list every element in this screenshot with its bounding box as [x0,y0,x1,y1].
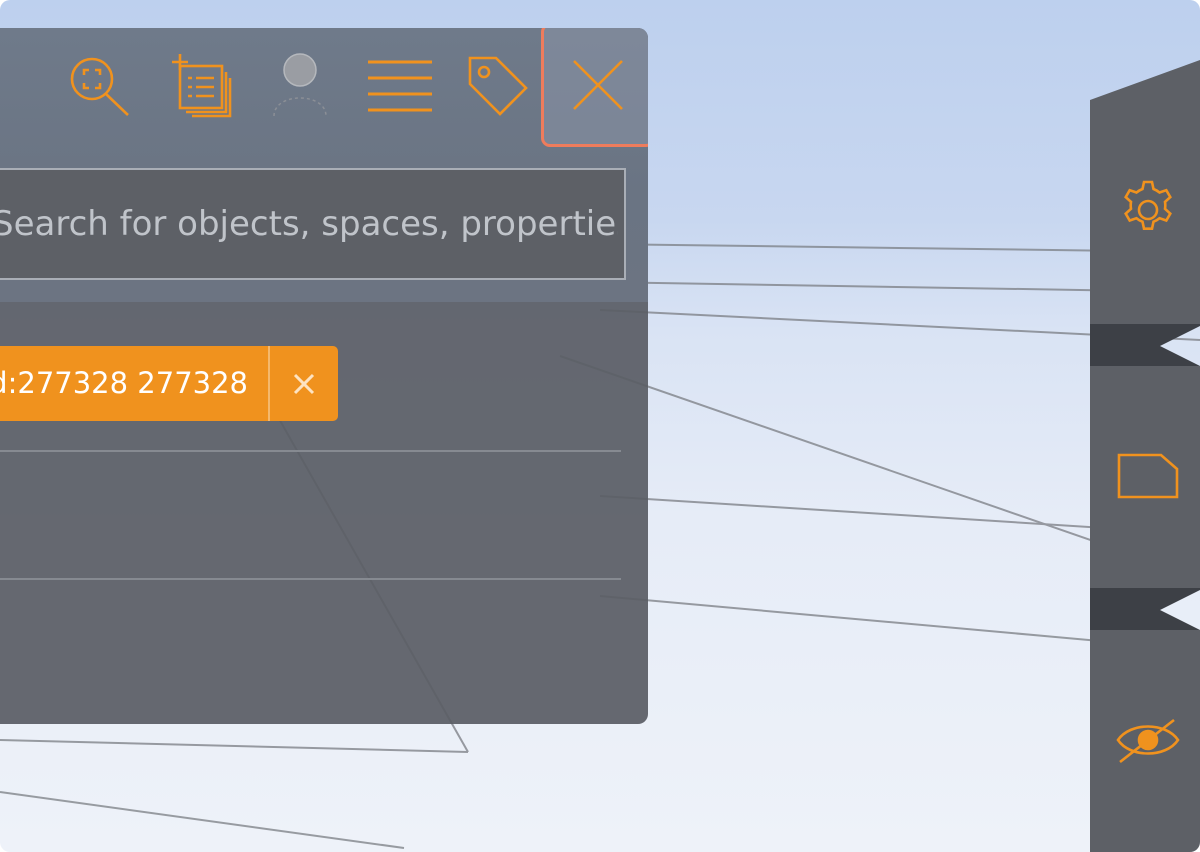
filter-chip-label: Grid:277328 277328 [0,366,248,400]
filter-chip[interactable]: Grid:277328 277328 [0,346,338,421]
visibility-toggle-button[interactable] [1116,708,1180,772]
user-button[interactable] [266,52,334,120]
row-divider [0,578,621,580]
close-icon [573,60,623,110]
settings-gear-icon [1124,180,1172,230]
add-list-icon [172,54,232,118]
user-icon [273,53,327,117]
search-field[interactable] [0,168,626,280]
row-divider [0,450,621,452]
search-input[interactable] [0,184,618,264]
note-icon [1117,453,1179,499]
search-panel: Grid:277328 277328 [0,28,648,724]
add-list-button[interactable] [168,52,236,120]
zoom-to-fit-button[interactable] [64,52,132,120]
tag-icon [468,56,528,116]
settings-button[interactable] [1116,178,1180,242]
zoom-to-fit-icon [70,57,129,116]
notes-button[interactable] [1116,444,1180,508]
menu-button[interactable] [366,52,434,120]
close-panel-button[interactable] [541,28,648,147]
menu-icon [368,60,432,112]
hide-eye-icon [1116,718,1180,764]
remove-filter-button[interactable] [270,346,338,421]
tag-button[interactable] [464,52,532,120]
viewer-root: Grid:277328 277328 [0,0,1200,852]
remove-icon [293,373,315,394]
